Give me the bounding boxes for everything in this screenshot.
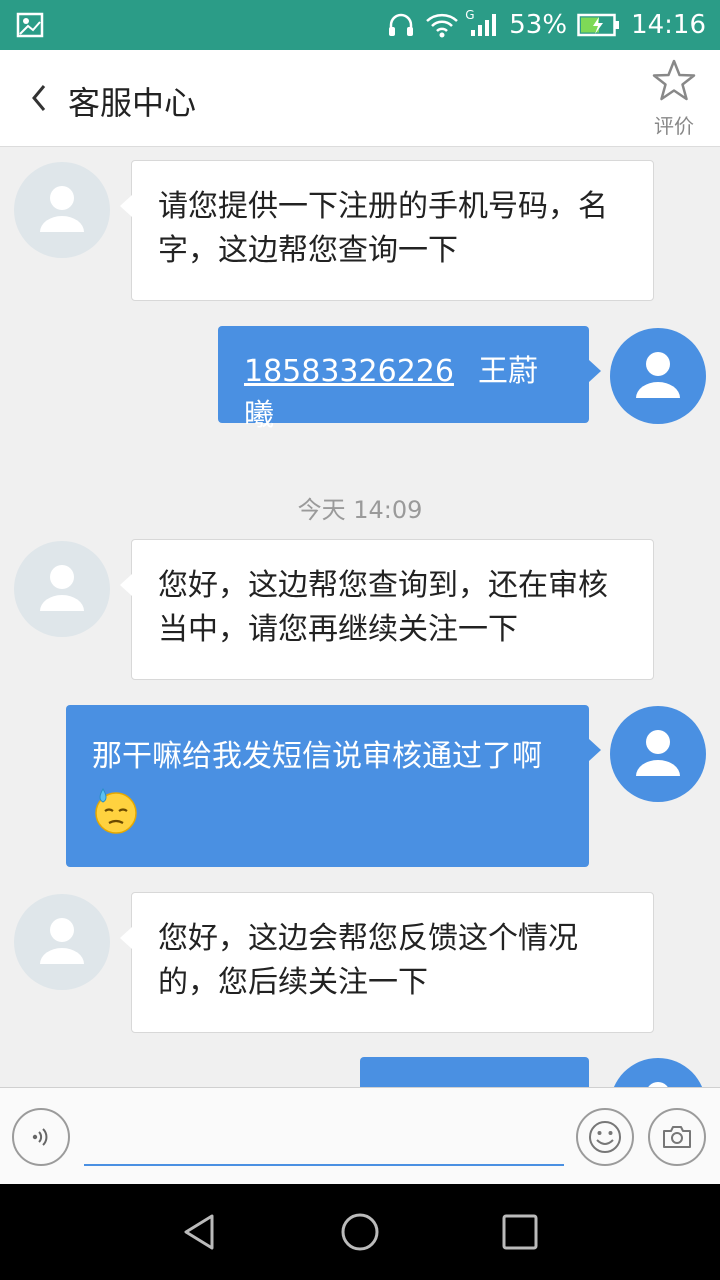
battery-charging-icon (577, 13, 621, 37)
person-icon (40, 918, 84, 964)
battery-percent: 53% (509, 10, 568, 40)
agent-avatar (14, 894, 110, 990)
sweat-emoji-icon (92, 787, 140, 856)
chat-messages[interactable]: 请您提供一下注册的手机号码，名字，这边帮您查询一下 18583326226 王蔚曦… (0, 147, 720, 1087)
message-text: 那干嘛给我发短信说审核通过了啊 (92, 739, 542, 774)
emoji-button[interactable] (576, 1108, 634, 1166)
message-text: 您好，这边帮您查询到，还在审核当中，请您再继续关注一下 (158, 568, 608, 647)
phone-number-link[interactable]: 18583326226 (244, 354, 454, 389)
wifi-icon (425, 12, 459, 38)
camera-icon (663, 1126, 691, 1148)
agent-avatar (14, 162, 110, 258)
voice-button[interactable] (12, 1108, 70, 1166)
page-title: 客服中心 (68, 84, 197, 122)
system-navigation-bar (0, 1184, 720, 1280)
user-avatar (610, 706, 706, 802)
chat-timestamp: 今天 14:09 (297, 496, 423, 524)
app-header: 客服中心 评价 (0, 50, 720, 147)
rate-button[interactable]: 评价 (644, 58, 704, 138)
user-message-bubble-partial (360, 1057, 589, 1087)
triangle-back-icon (184, 1214, 214, 1250)
voice-icon (32, 1128, 48, 1146)
agent-message-bubble: 请您提供一下注册的手机号码，名字，这边帮您查询一下 (120, 160, 654, 301)
headphones-icon (387, 12, 415, 38)
user-avatar (610, 1058, 706, 1087)
user-message-bubble: 那干嘛给我发短信说审核通过了啊 (66, 705, 601, 867)
status-bar: G 53% 14:16 (0, 0, 720, 50)
message-input-bar (0, 1087, 720, 1185)
person-icon (636, 352, 680, 398)
nav-home-button[interactable] (340, 1212, 380, 1252)
user-avatar (610, 328, 706, 424)
back-button[interactable] (26, 78, 56, 118)
agent-avatar (14, 541, 110, 637)
person-icon (636, 730, 680, 776)
star-icon (652, 59, 696, 101)
square-recents-icon (502, 1214, 538, 1250)
agent-message-bubble: 您好，这边帮您查询到，还在审核当中，请您再继续关注一下 (120, 539, 654, 680)
clock: 14:16 (631, 10, 706, 40)
agent-message-bubble: 您好，这边会帮您反馈这个情况的，您后续关注一下 (120, 892, 654, 1033)
message-text: 请您提供一下注册的手机号码，名字，这边帮您查询一下 (158, 189, 608, 268)
smiley-icon (589, 1121, 621, 1153)
camera-button[interactable] (648, 1108, 706, 1166)
message-text: 您好，这边会帮您反馈这个情况的，您后续关注一下 (158, 921, 578, 1000)
circle-home-icon (341, 1213, 379, 1251)
person-icon (40, 565, 84, 611)
nav-recents-button[interactable] (500, 1212, 540, 1252)
nav-back-button[interactable] (180, 1212, 220, 1252)
person-icon (648, 1082, 668, 1087)
user-message-bubble: 18583326226 王蔚曦 (218, 326, 601, 433)
signal-icon: G (465, 8, 499, 38)
chevron-left-icon (32, 85, 46, 111)
person-icon (40, 186, 84, 232)
message-input[interactable] (84, 1112, 564, 1166)
network-type: G (465, 8, 475, 22)
image-icon (16, 12, 44, 38)
rate-label: 评价 (654, 114, 694, 138)
